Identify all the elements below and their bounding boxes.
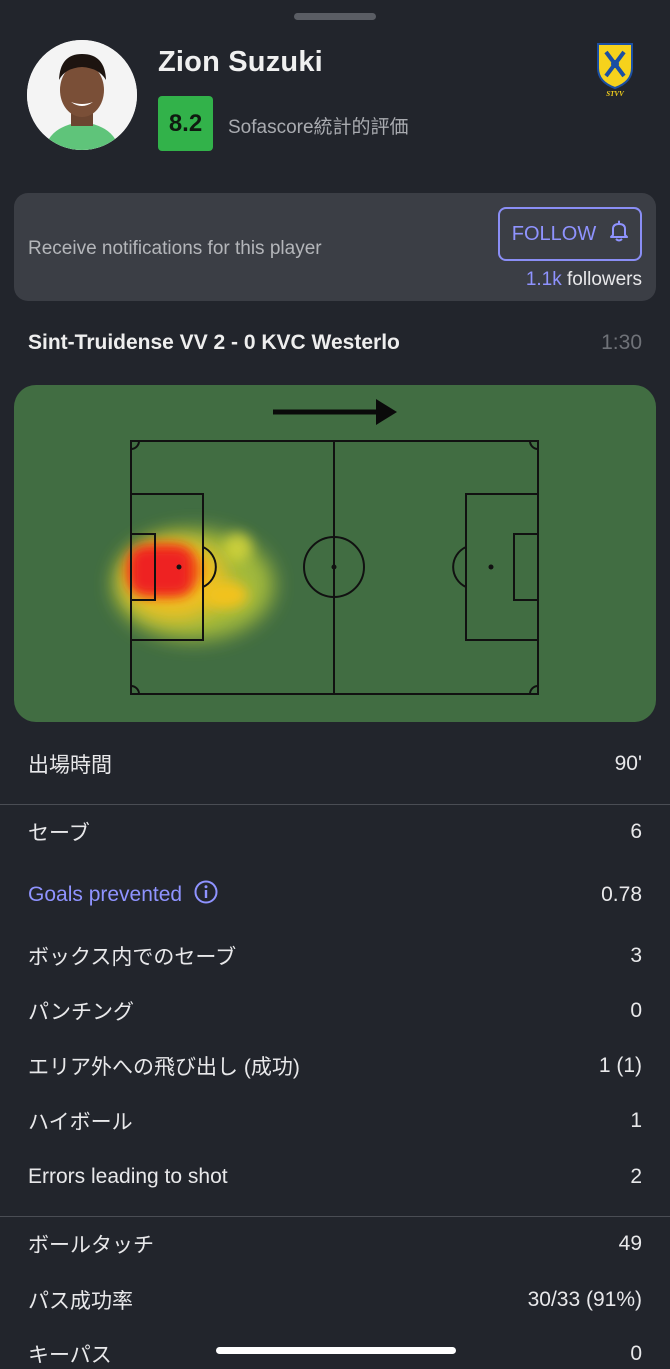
stat-label: Errors leading to shot [28, 1165, 228, 1188]
player-avatar [27, 40, 137, 150]
stat-label: ボックス内でのセーブ [28, 946, 237, 969]
stat-value: 1 [630, 1109, 642, 1132]
stat-row-punches: パンチング 0 [28, 995, 642, 1027]
notification-text: Receive notifications for this player [28, 238, 322, 259]
stat-value: 90' [614, 752, 642, 775]
followers-count: 1.1k followers [526, 269, 642, 291]
match-title: Sint-Truidense VV 2 - 0 KVC Westerlo [28, 331, 400, 354]
grab-handle[interactable] [294, 13, 376, 20]
stat-label: パンチング [28, 1001, 135, 1024]
stat-row-goals-prevented[interactable]: Goals prevented 0.78 [28, 879, 642, 911]
divider [0, 804, 670, 805]
stat-value: 6 [630, 820, 642, 843]
club-logo[interactable]: STVV [596, 42, 634, 98]
stat-label: ボールタッチ [28, 1234, 154, 1257]
club-logo-text: STVV [606, 90, 625, 98]
stat-label: セーブ [28, 822, 90, 845]
stat-row-saves-in-box: ボックス内でのセーブ 3 [28, 940, 642, 972]
rating-label: Sofascore統計的評価 [228, 117, 409, 138]
stat-row-pass-accuracy: パス成功率 30/33 (91%) [28, 1284, 642, 1316]
bell-icon [610, 220, 629, 248]
stat-value: 2 [630, 1165, 642, 1188]
goals-prevented-link[interactable]: Goals prevented [28, 880, 218, 910]
divider [0, 1216, 670, 1217]
stat-value: 0 [630, 999, 642, 1022]
follow-button[interactable]: FOLLOW [498, 207, 642, 261]
stat-row-minutes: 出場時間 90' [28, 748, 642, 780]
arrow-right-icon [273, 399, 397, 425]
rating-badge: 8.2 [158, 96, 213, 151]
match-row[interactable]: Sint-Truidense VV 2 - 0 KVC Westerlo 1:3… [28, 331, 642, 359]
followers-label: followers [561, 269, 642, 290]
stat-label: ハイボール [28, 1111, 133, 1134]
info-icon[interactable] [194, 880, 218, 910]
stat-label: パス成功率 [28, 1290, 133, 1313]
heatmap [14, 385, 656, 722]
stat-row-sweeper: エリア外への飛び出し (成功) 1 (1) [28, 1050, 642, 1082]
player-name: Zion Suzuki [158, 46, 323, 78]
stat-row-touches: ボールタッチ 49 [28, 1228, 642, 1260]
follow-label: FOLLOW [511, 222, 597, 245]
stat-label: 出場時間 [28, 754, 112, 777]
stat-value: 3 [630, 944, 642, 967]
followers-number: 1.1k [525, 269, 562, 290]
stat-value: 30/33 (91%) [527, 1288, 642, 1311]
stat-value: 49 [618, 1232, 642, 1255]
heat-zone [114, 530, 274, 640]
stat-value: 0 [630, 1342, 642, 1365]
stat-label: エリア外への飛び出し (成功) [28, 1056, 300, 1079]
match-time: 1:30 [601, 331, 642, 354]
stat-value: 0.78 [601, 883, 642, 906]
home-indicator[interactable] [216, 1347, 456, 1354]
stat-row-errors: Errors leading to shot 2 [28, 1161, 642, 1193]
notification-card: Receive notifications for this player FO… [14, 193, 656, 301]
stat-value: 1 (1) [598, 1054, 642, 1077]
stat-row-high-claims: ハイボール 1 [28, 1105, 642, 1137]
stat-label: Goals prevented [28, 883, 183, 906]
player-header: Zion Suzuki 8.2 Sofascore統計的評価 STVV [0, 40, 670, 160]
stat-label: キーパス [28, 1344, 112, 1367]
stat-row-saves: セーブ 6 [28, 816, 642, 848]
